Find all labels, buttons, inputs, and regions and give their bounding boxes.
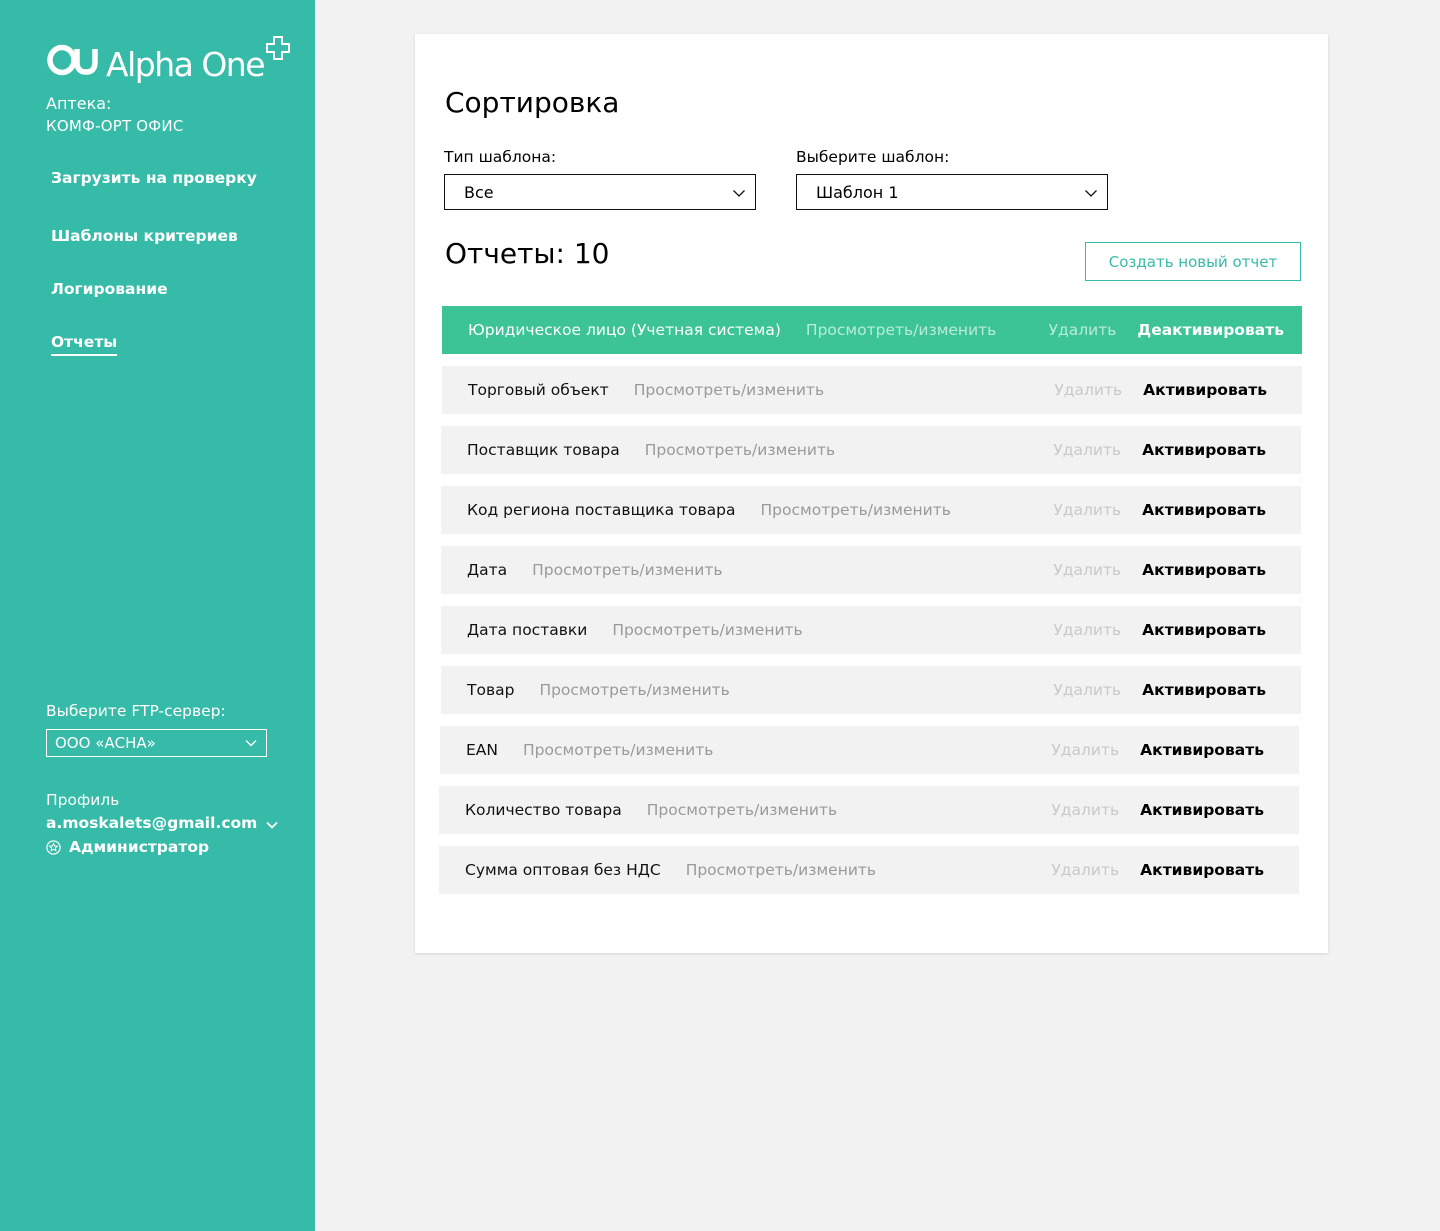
template-select[interactable]: Шаблон 1 [796,174,1108,210]
pharmacy-name: КОМФ-ОРТ ОФИС [46,117,184,135]
ftp-server-label: Выберите FTP-сервер: [46,702,226,720]
view-edit-link[interactable]: Просмотреть/изменить [539,681,729,699]
profile-menu[interactable]: a.moskalets@gmail.com [46,814,278,832]
delete-link[interactable]: Удалить [1049,321,1117,339]
sidebar: Alpha One Аптека: КОМФ-ОРТ ОФИС Загрузит… [0,0,315,1231]
nav-criteria-templates[interactable]: Шаблоны критериев [51,227,238,245]
report-row: EAN Просмотреть/изменить Удалить Активир… [440,726,1299,774]
report-name: Сумма оптовая без НДС [465,861,661,879]
report-name: Юридическое лицо (Учетная система) [468,321,781,339]
deactivate-link[interactable]: Деактивировать [1137,321,1284,339]
template-label: Выберите шаблон: [796,148,950,166]
view-edit-link[interactable]: Просмотреть/изменить [761,501,951,519]
create-report-button[interactable]: Создать новый отчет [1085,242,1301,281]
view-edit-link[interactable]: Просмотреть/изменить [806,321,996,339]
delete-link[interactable]: Удалить [1053,501,1121,519]
delete-link[interactable]: Удалить [1054,381,1122,399]
ftp-server-select[interactable]: ООО «АСНА» [46,729,267,757]
view-edit-link[interactable]: Просмотреть/изменить [686,861,876,879]
activate-link[interactable]: Активировать [1140,861,1264,879]
activate-link[interactable]: Активировать [1140,801,1264,819]
activate-link[interactable]: Активировать [1142,681,1266,699]
profile-role-label: Администратор [69,838,210,856]
chevron-down-icon [245,740,257,747]
view-edit-link[interactable]: Просмотреть/изменить [645,441,835,459]
report-row: Поставщик товара Просмотреть/изменить Уд… [441,426,1301,474]
nav-upload-check[interactable]: Загрузить на проверку [51,169,257,187]
chevron-down-icon [1085,190,1097,197]
activate-link[interactable]: Активировать [1142,561,1266,579]
report-name: Поставщик товара [467,441,620,459]
template-type-label: Тип шаблона: [444,148,557,166]
chevron-down-icon [266,821,278,829]
delete-link[interactable]: Удалить [1053,441,1121,459]
report-name: Код региона поставщика товара [467,501,736,519]
template-type-value: Все [464,182,494,202]
report-name: Товар [467,681,515,699]
report-row: Дата Просмотреть/изменить Удалить Активи… [441,546,1301,594]
main-card: Сортировка Тип шаблона: Все Выберите шаб… [415,34,1328,953]
ftp-server-value: ООО «АСНА» [55,734,156,752]
report-row: Количество товара Просмотреть/изменить У… [439,786,1299,834]
template-type-select[interactable]: Все [444,174,756,210]
brand-name: Alpha One [106,45,266,84]
profile-role: Администратор [46,838,209,856]
activate-link[interactable]: Активировать [1142,441,1266,459]
profile-email: a.moskalets@gmail.com [46,814,258,832]
brand-logo[interactable]: Alpha One [46,36,291,84]
report-name: EAN [466,741,498,759]
pharmacy-label: Аптека: [46,94,112,113]
delete-link[interactable]: Удалить [1051,861,1119,879]
report-name: Дата [467,561,508,579]
report-name: Торговый объект [468,381,609,399]
view-edit-link[interactable]: Просмотреть/изменить [532,561,722,579]
delete-link[interactable]: Удалить [1053,561,1121,579]
activate-link[interactable]: Активировать [1143,381,1267,399]
alpha-one-logo-icon [47,44,98,76]
view-edit-link[interactable]: Просмотреть/изменить [647,801,837,819]
report-row: Юридическое лицо (Учетная система) Просм… [442,306,1302,354]
view-edit-link[interactable]: Просмотреть/изменить [634,381,824,399]
delete-link[interactable]: Удалить [1051,801,1119,819]
plus-icon [266,36,291,60]
profile-label: Профиль [46,791,120,809]
activate-link[interactable]: Активировать [1142,621,1266,639]
activate-link[interactable]: Активировать [1140,741,1264,759]
report-name: Количество товара [465,801,622,819]
nav-reports[interactable]: Отчеты [51,333,118,356]
report-row: Торговый объект Просмотреть/изменить Уда… [442,366,1302,414]
activate-link[interactable]: Активировать [1142,501,1266,519]
page-title: Сортировка [445,86,620,119]
nav-logging[interactable]: Логирование [51,280,168,298]
admin-star-icon [46,839,61,855]
reports-count: Отчеты: 10 [445,237,610,270]
report-row: Товар Просмотреть/изменить Удалить Актив… [441,666,1301,714]
report-row: Дата поставки Просмотреть/изменить Удали… [441,606,1301,654]
chevron-down-icon [733,190,745,197]
view-edit-link[interactable]: Просмотреть/изменить [523,741,713,759]
report-name: Дата поставки [467,621,588,639]
delete-link[interactable]: Удалить [1053,621,1121,639]
view-edit-link[interactable]: Просмотреть/изменить [612,621,802,639]
report-row: Сумма оптовая без НДС Просмотреть/измени… [439,846,1299,894]
delete-link[interactable]: Удалить [1051,741,1119,759]
report-row: Код региона поставщика товара Просмотрет… [441,486,1301,534]
template-value: Шаблон 1 [816,182,899,202]
delete-link[interactable]: Удалить [1053,681,1121,699]
